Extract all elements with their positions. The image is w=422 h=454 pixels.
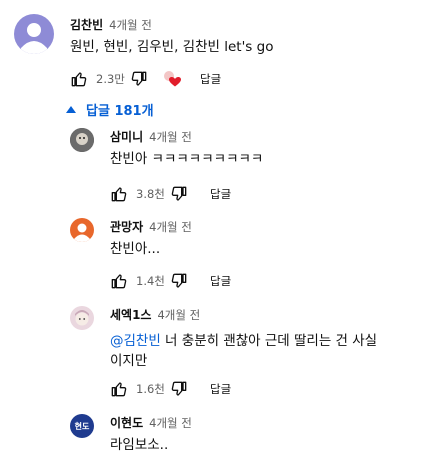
mention-link[interactable]: @김찬빈: [110, 333, 161, 349]
comment-time[interactable]: 4개월 전: [109, 17, 152, 33]
avatar[interactable]: [70, 218, 94, 242]
thumbs-down-icon[interactable]: [130, 70, 148, 88]
top-comment-actions: 2.3만 답글: [70, 68, 221, 90]
thumbs-up-icon[interactable]: [110, 380, 128, 398]
comment-text: @김찬빈 너 충분히 괜찮아 근데 딸리는 건 사실이지만: [110, 331, 380, 371]
comment-text: 찬빈아 ㅋㅋㅋㅋㅋㅋㅋㅋㅋ: [110, 151, 264, 167]
comment-time[interactable]: 4개월 전: [149, 129, 192, 145]
avatar[interactable]: [70, 128, 94, 152]
replies-toggle[interactable]: 답글 181개: [66, 100, 154, 119]
top-comment: 김찬빈 4개월 전 원빈, 현빈, 김우빈, 김찬빈 let's go: [14, 14, 273, 57]
comment-time[interactable]: 4개월 전: [157, 307, 200, 323]
reply-comment: 관망자 4개월 전 찬빈아...: [70, 218, 192, 259]
replies-toggle-label: 답글 181개: [86, 104, 154, 119]
comment-text: 찬빈아...: [110, 241, 161, 257]
thumbs-up-icon[interactable]: [70, 70, 88, 88]
thumbs-down-icon[interactable]: [170, 380, 188, 398]
avatar[interactable]: [70, 306, 94, 330]
reply-comment: 현도 이현도 4개월 전 라임보소..: [70, 414, 192, 454]
thumbs-down-icon[interactable]: [170, 272, 188, 290]
reply-button[interactable]: 답글: [210, 381, 231, 397]
like-count: 1.6천: [136, 382, 165, 396]
reply-actions: 1.6천 답글: [110, 378, 231, 400]
like-count: 1.4천: [136, 274, 165, 288]
comment-time[interactable]: 4개월 전: [149, 415, 192, 431]
comment-author[interactable]: 이현도: [110, 414, 143, 431]
creator-heart-icon: [162, 70, 184, 88]
thumbs-up-icon[interactable]: [110, 272, 128, 290]
user-silhouette-icon: [74, 223, 90, 242]
thumbs-up-icon[interactable]: [110, 185, 128, 203]
like-count: 2.3만: [96, 72, 125, 86]
caret-up-icon: [66, 106, 76, 113]
reply-button[interactable]: 답글: [210, 186, 231, 202]
photo-avatar-icon: [70, 306, 94, 330]
reply-button[interactable]: 답글: [200, 71, 221, 87]
reply-comment: 삼미니 4개월 전 찬빈아 ㅋㅋㅋㅋㅋㅋㅋㅋㅋ: [70, 128, 263, 169]
reply-actions: 3.8천 답글: [110, 183, 231, 205]
comment-text: 라임보소..: [110, 437, 169, 453]
comment-time[interactable]: 4개월 전: [149, 219, 192, 235]
reply-actions: 1.4천 답글: [110, 270, 231, 292]
comment-text: 원빈, 현빈, 김우빈, 김찬빈 let's go: [70, 39, 274, 55]
comment-author[interactable]: 김찬빈: [70, 16, 103, 33]
avatar[interactable]: [14, 14, 54, 54]
avatar-initials: 현도: [74, 421, 90, 431]
photo-avatar-icon: [70, 128, 94, 152]
comment-author[interactable]: 세엑1스: [110, 306, 151, 323]
comment-author[interactable]: 삼미니: [110, 128, 143, 145]
comment-author[interactable]: 관망자: [110, 218, 143, 235]
reply-button[interactable]: 답글: [210, 273, 231, 289]
thumbs-down-icon[interactable]: [170, 185, 188, 203]
like-count: 3.8천: [136, 187, 165, 201]
avatar[interactable]: 현도: [70, 414, 94, 438]
user-silhouette-icon: [21, 23, 47, 54]
reply-comment: 세엑1스 4개월 전 @김찬빈 너 충분히 괜찮아 근데 딸리는 건 사실이지만: [70, 306, 380, 371]
